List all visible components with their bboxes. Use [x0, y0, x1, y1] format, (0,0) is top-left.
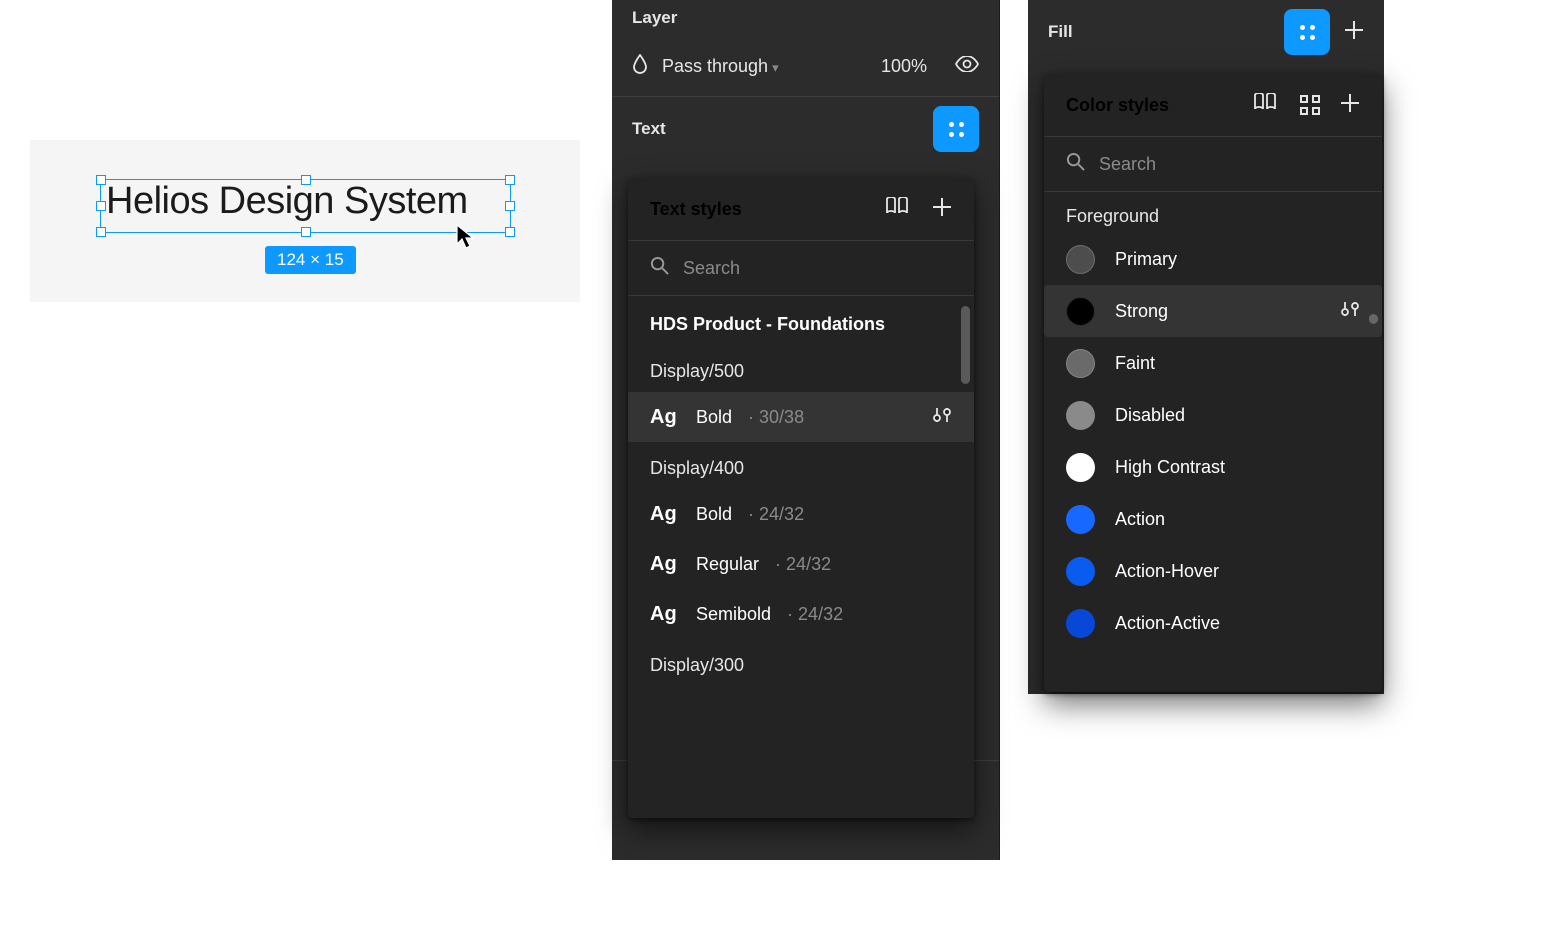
color-swatch: [1066, 245, 1095, 274]
resize-handle-tm[interactable]: [301, 175, 311, 185]
color-style-item[interactable]: Action: [1044, 493, 1382, 545]
text-style-label: Bold: [696, 504, 732, 525]
color-styles-search-input[interactable]: [1099, 154, 1360, 175]
color-swatch: [1066, 609, 1095, 638]
text-style-item[interactable]: Ag Semibold · 24/32: [628, 589, 974, 639]
chevron-down-icon: ▾: [772, 60, 779, 75]
add-color-style-button[interactable]: [1340, 93, 1360, 118]
four-dots-icon: [1300, 25, 1315, 40]
selection-dimensions-badge: 124 × 15: [265, 246, 356, 274]
search-icon: [1066, 152, 1085, 176]
color-swatch: [1066, 401, 1095, 430]
grid-view-icon[interactable]: [1300, 95, 1320, 115]
text-styles-search-input[interactable]: [683, 258, 952, 279]
text-style-group[interactable]: Display/500: [628, 345, 974, 392]
color-style-label: High Contrast: [1115, 457, 1225, 478]
style-settings-icon[interactable]: [1340, 299, 1360, 324]
blend-mode-row: Pass through▾ 100%: [612, 46, 999, 96]
text-section-header: Text: [612, 97, 999, 161]
color-style-label: Strong: [1115, 301, 1168, 322]
text-styles-search-row: [628, 240, 974, 296]
text-style-item[interactable]: Ag Bold · 30/38: [628, 392, 974, 442]
color-style-item[interactable]: Faint: [1044, 337, 1382, 389]
color-style-label: Action-Hover: [1115, 561, 1219, 582]
color-category-title[interactable]: Foreground: [1044, 192, 1382, 233]
text-styles-scrollbar[interactable]: [961, 306, 970, 384]
text-style-preview: Ag: [650, 553, 680, 576]
color-style-picker-button[interactable]: [1284, 9, 1330, 55]
text-style-item[interactable]: Ag Regular · 24/32: [628, 539, 974, 589]
color-swatch: [1066, 505, 1095, 534]
color-styles-title: Color styles: [1066, 95, 1169, 116]
four-dots-icon: [949, 122, 964, 137]
text-style-preview: Ag: [650, 603, 680, 626]
color-styles-search-row: [1044, 136, 1382, 192]
resize-handle-mr[interactable]: [505, 201, 515, 211]
search-icon: [650, 256, 669, 280]
text-section-title: Text: [632, 119, 666, 139]
text-style-meta: · 24/32: [787, 604, 843, 625]
resize-handle-ml[interactable]: [96, 201, 106, 211]
color-styles-scrollbar[interactable]: [1369, 314, 1378, 324]
color-style-item[interactable]: High Contrast: [1044, 441, 1382, 493]
text-style-group[interactable]: Display/400: [628, 442, 974, 489]
color-style-label: Primary: [1115, 249, 1177, 270]
resize-handle-tr[interactable]: [505, 175, 515, 185]
color-style-label: Faint: [1115, 353, 1155, 374]
color-style-item[interactable]: Primary: [1044, 233, 1382, 285]
color-swatch: [1066, 297, 1095, 326]
text-styles-list[interactable]: HDS Product - Foundations Display/500 Ag…: [628, 296, 974, 818]
text-styles-popover: Text styles HDS Product - Foundations Di…: [628, 178, 974, 818]
text-styles-title: Text styles: [650, 199, 742, 220]
text-style-label: Bold: [696, 407, 732, 428]
opacity-input[interactable]: 100%: [881, 56, 927, 77]
text-style-meta: · 30/38: [748, 407, 804, 428]
color-style-item[interactable]: Strong: [1044, 285, 1382, 337]
color-style-item[interactable]: Disabled: [1044, 389, 1382, 441]
color-swatch: [1066, 349, 1095, 378]
layer-section-header: Layer: [612, 0, 999, 46]
text-style-label: Semibold: [696, 604, 771, 625]
add-fill-button[interactable]: [1344, 20, 1364, 45]
visibility-toggle-icon[interactable]: [955, 56, 979, 77]
color-style-item[interactable]: Action-Active: [1044, 597, 1382, 649]
text-style-preview: Ag: [650, 503, 680, 526]
selection-bounding-box[interactable]: Helios Design System: [100, 179, 511, 233]
color-style-label: Disabled: [1115, 405, 1185, 426]
resize-handle-bm[interactable]: [301, 227, 311, 237]
resize-handle-bl[interactable]: [96, 227, 106, 237]
text-style-group[interactable]: Display/300: [628, 639, 974, 686]
style-settings-icon[interactable]: [932, 405, 952, 430]
resize-handle-tl[interactable]: [96, 175, 106, 185]
library-icon[interactable]: [886, 197, 912, 222]
text-style-picker-button[interactable]: [933, 106, 979, 152]
resize-handle-br[interactable]: [505, 227, 515, 237]
fill-section-title: Fill: [1048, 22, 1073, 42]
library-icon[interactable]: [1254, 93, 1280, 118]
text-style-preview: Ag: [650, 406, 680, 429]
color-swatch: [1066, 557, 1095, 586]
color-swatch: [1066, 453, 1095, 482]
cursor-icon: [456, 224, 478, 255]
text-style-item[interactable]: Ag Bold · 24/32: [628, 489, 974, 539]
text-style-meta: · 24/32: [748, 504, 804, 525]
color-styles-popover: Color styles Foreground Primary Stro: [1044, 74, 1382, 692]
selected-text-layer[interactable]: Helios Design System: [101, 178, 473, 224]
color-style-label: Action-Active: [1115, 613, 1220, 634]
color-styles-list[interactable]: Foreground Primary Strong Faint Disabled…: [1044, 192, 1382, 692]
color-style-label: Action: [1115, 509, 1165, 530]
blend-drop-icon: [632, 54, 648, 79]
layer-section-title: Layer: [632, 8, 677, 28]
text-style-meta: · 24/32: [775, 554, 831, 575]
text-style-label: Regular: [696, 554, 759, 575]
blend-mode-select[interactable]: Pass through▾: [662, 56, 779, 77]
text-styles-library-name: HDS Product - Foundations: [628, 296, 974, 345]
color-style-item[interactable]: Action-Hover: [1044, 545, 1382, 597]
add-style-button[interactable]: [932, 197, 952, 222]
fill-section-header: Fill: [1028, 0, 1384, 64]
